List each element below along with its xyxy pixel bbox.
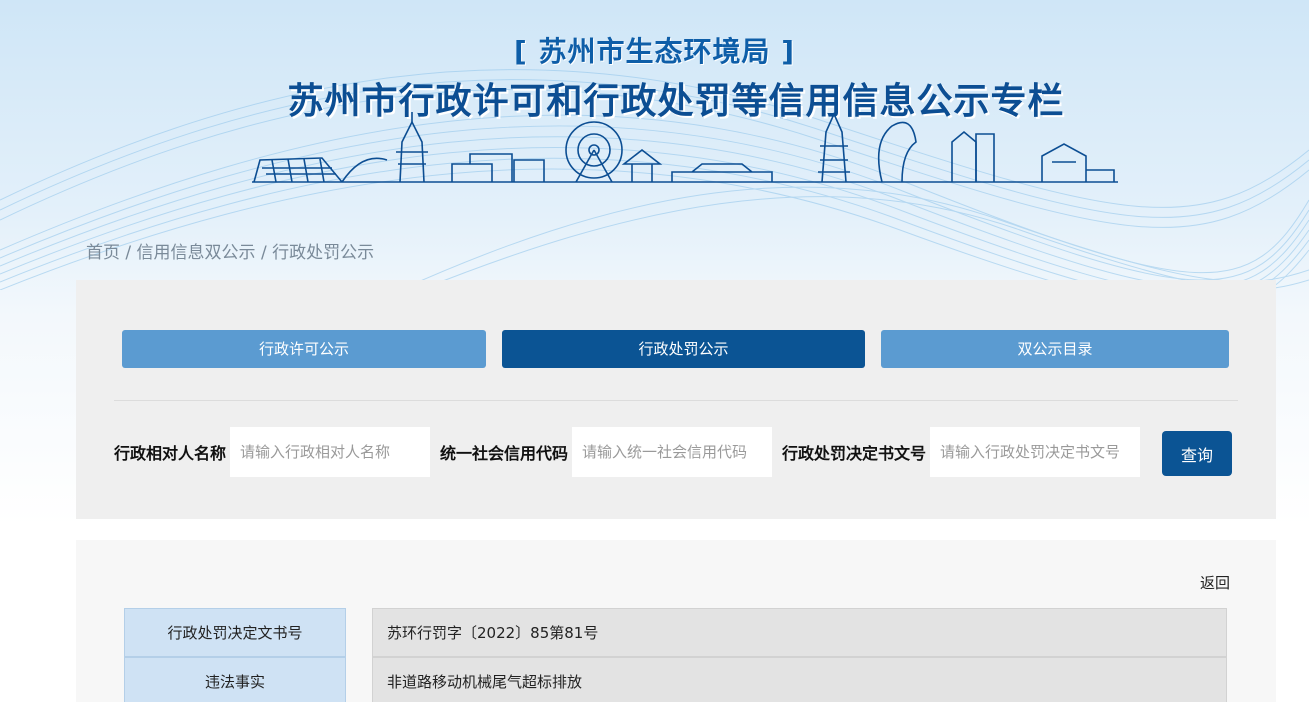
row-value: 非道路移动机械尾气超标排放	[372, 657, 1227, 702]
divider	[114, 400, 1238, 401]
row-key: 违法事实	[124, 657, 346, 702]
credit-code-label: 统一社会信用代码	[440, 444, 569, 463]
credit-code-input[interactable]	[572, 427, 772, 477]
org-name: [ 苏州市生态环境局 ]	[513, 35, 796, 68]
search-button[interactable]: 查询	[1162, 431, 1232, 476]
decision-no-label: 行政处罚决定书文号	[782, 444, 927, 463]
breadcrumb-level2[interactable]: 信用信息双公示	[137, 243, 256, 263]
detail-panel: 返回 行政处罚决定文书号 苏环行罚字〔2022〕85第81号 违法事实 非道路移…	[76, 540, 1276, 702]
tab-penalty-publicity[interactable]: 行政处罚公示	[502, 330, 865, 368]
table-row: 违法事实 非道路移动机械尾气超标排放	[124, 657, 1227, 702]
breadcrumb: 首页 / 信用信息双公示 / 行政处罚公示	[86, 238, 374, 263]
tab-catalog[interactable]: 双公示目录	[881, 330, 1229, 368]
row-value: 苏环行罚字〔2022〕85第81号	[372, 608, 1227, 657]
search-panel: 行政许可公示 行政处罚公示 双公示目录 行政相对人名称 统一社会信用代码 行政处…	[76, 280, 1276, 519]
row-key: 行政处罚决定文书号	[124, 608, 346, 657]
back-link[interactable]: 返回	[1200, 572, 1230, 593]
tab-license-publicity[interactable]: 行政许可公示	[122, 330, 486, 368]
breadcrumb-separator: /	[255, 243, 273, 263]
breadcrumb-current: 行政处罚公示	[272, 243, 375, 263]
name-label: 行政相对人名称	[114, 444, 227, 463]
decision-no-input[interactable]	[930, 427, 1140, 477]
breadcrumb-separator: /	[120, 243, 137, 263]
name-input[interactable]	[230, 427, 430, 477]
breadcrumb-home[interactable]: 首页	[86, 243, 120, 263]
city-skyline-icon	[252, 112, 1118, 183]
table-row: 行政处罚决定文书号 苏环行罚字〔2022〕85第81号	[124, 608, 1227, 657]
